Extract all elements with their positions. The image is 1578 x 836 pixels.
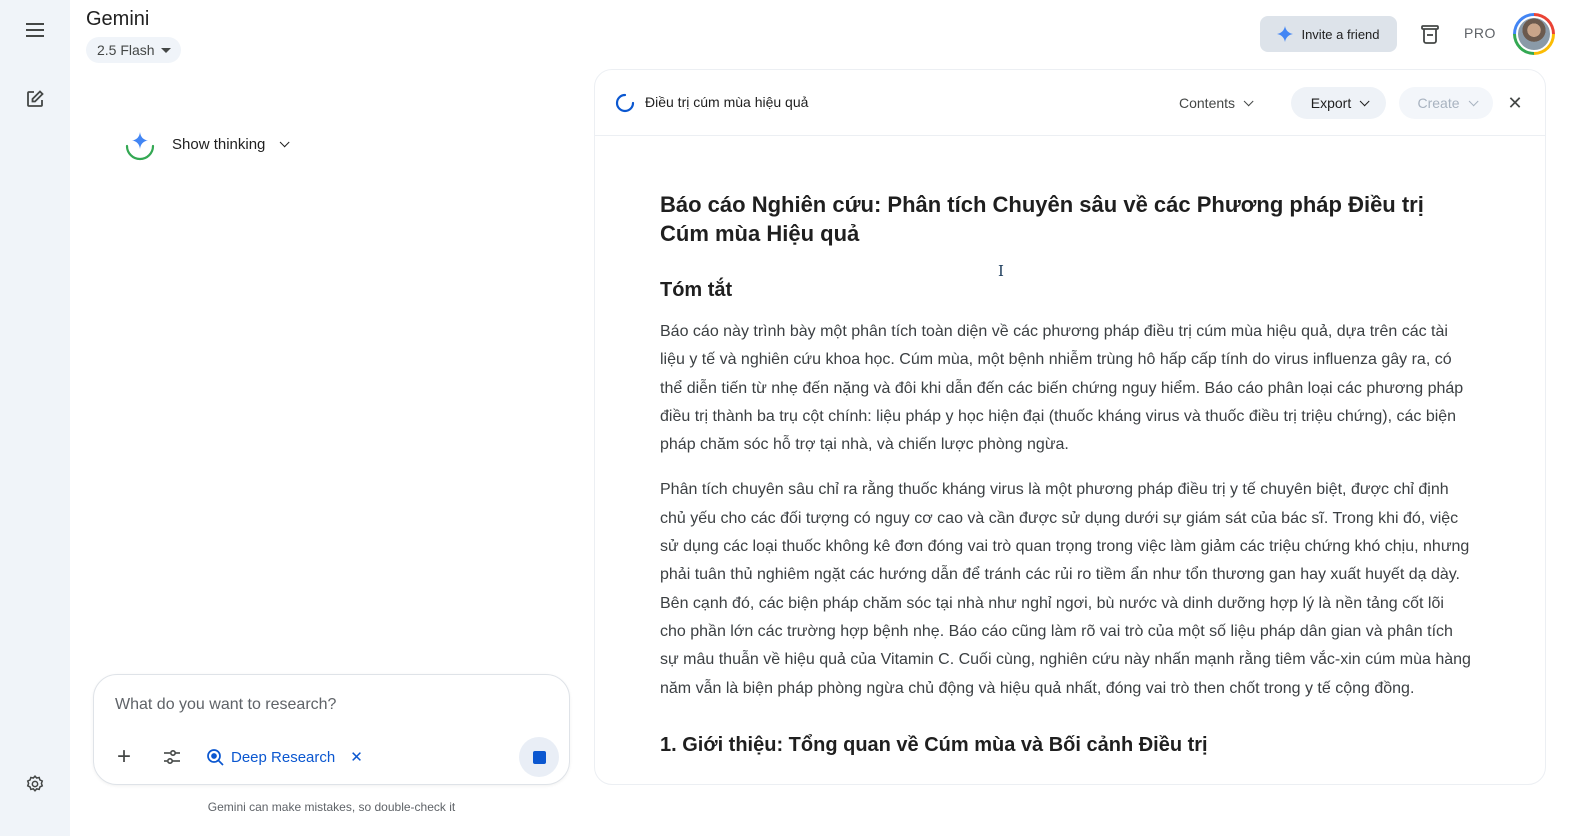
tools-icon[interactable] bbox=[158, 743, 186, 771]
canvas-panel: Điều trị cúm mùa hiệu quả Contents Expor… bbox=[594, 69, 1546, 785]
canvas-toolbar: Điều trị cúm mùa hiệu quả Contents Expor… bbox=[595, 70, 1545, 136]
disclaimer: Gemini can make mistakes, so double-chec… bbox=[207, 800, 456, 814]
contents-button[interactable]: Contents bbox=[1167, 87, 1262, 119]
canvas-doc-title: Điều trị cúm mùa hiệu quả bbox=[645, 94, 809, 110]
model-selector[interactable]: 2.5 Flash bbox=[86, 37, 181, 63]
section-heading: 1. Giới thiệu: Tổng quan về Cúm mùa và B… bbox=[660, 733, 1208, 756]
research-composer[interactable]: What do you want to research? + Deep Res… bbox=[93, 674, 570, 785]
create-label: Create bbox=[1417, 95, 1460, 111]
menu-icon[interactable] bbox=[17, 12, 53, 48]
remove-chip-icon[interactable]: ✕ bbox=[350, 748, 363, 766]
plan-badge: PRO bbox=[1464, 25, 1496, 41]
deep-research-icon bbox=[207, 749, 224, 766]
summary-heading: Tóm tắt bbox=[660, 279, 733, 301]
text-cursor-icon: I bbox=[998, 262, 1004, 280]
stop-icon bbox=[532, 750, 546, 764]
app-brand: Gemini bbox=[86, 8, 150, 30]
loading-spinner-icon bbox=[615, 93, 635, 113]
delete-icon[interactable] bbox=[1414, 18, 1446, 50]
chevron-down-icon bbox=[1468, 95, 1479, 106]
chevron-down-icon bbox=[1359, 95, 1370, 106]
invite-label: Invite a friend bbox=[1301, 26, 1380, 42]
sparkle-icon bbox=[1277, 26, 1294, 42]
show-thinking-label: Show thinking bbox=[172, 135, 266, 153]
deep-research-chip[interactable]: Deep Research ✕ bbox=[206, 741, 363, 773]
chevron-down-icon bbox=[280, 136, 290, 147]
show-thinking-toggle[interactable]: Show thinking bbox=[120, 124, 290, 164]
export-button[interactable]: Export bbox=[1291, 87, 1386, 119]
export-label: Export bbox=[1310, 95, 1352, 111]
invite-friend-button[interactable]: Invite a friend bbox=[1260, 16, 1397, 52]
add-icon[interactable]: + bbox=[110, 743, 138, 771]
left-rail bbox=[0, 0, 70, 836]
contents-label: Contents bbox=[1179, 95, 1236, 111]
gemini-spark-icon bbox=[125, 132, 155, 161]
summary-paragraph: Báo cáo này trình bày một phân tích toàn… bbox=[660, 323, 1464, 454]
deep-research-label: Deep Research bbox=[231, 748, 336, 766]
create-button[interactable]: Create bbox=[1399, 87, 1493, 119]
stop-button[interactable] bbox=[519, 737, 559, 777]
research-document: Báo cáo Nghiên cứu: Phân tích Chuyên sâu… bbox=[660, 190, 1472, 773]
document-title: Báo cáo Nghiên cứu: Phân tích Chuyên sâu… bbox=[660, 192, 1424, 246]
avatar[interactable] bbox=[1513, 13, 1555, 55]
settings-icon[interactable] bbox=[17, 766, 53, 802]
avatar-photo bbox=[1516, 16, 1552, 52]
model-label: 2.5 Flash bbox=[97, 42, 155, 58]
new-chat-icon[interactable] bbox=[17, 81, 53, 117]
research-input[interactable]: What do you want to research? bbox=[115, 696, 336, 714]
summary-paragraph: Phân tích chuyên sâu chỉ ra rằng thuốc k… bbox=[660, 481, 1471, 697]
caret-down-icon bbox=[160, 47, 171, 53]
chevron-down-icon bbox=[1243, 95, 1254, 106]
close-icon[interactable]: ✕ bbox=[1501, 89, 1529, 117]
